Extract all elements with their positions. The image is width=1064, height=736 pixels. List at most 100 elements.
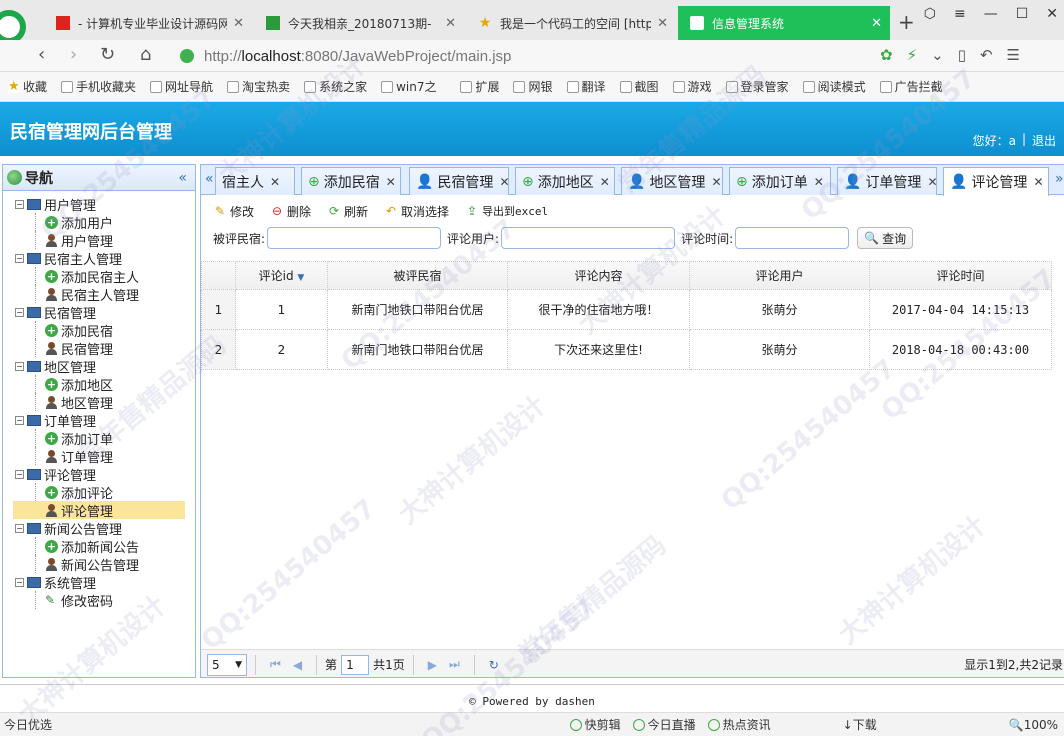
maximize-icon[interactable]: ☐ [1016, 6, 1029, 22]
collapse-toggle-icon[interactable]: − [15, 577, 24, 587]
tree-group[interactable]: − 系统管理 [3, 573, 195, 592]
close-tab-icon[interactable]: ✕ [711, 175, 721, 189]
dropdown-icon[interactable]: ⌄ [931, 46, 944, 64]
close-tab-icon[interactable]: ✕ [499, 175, 509, 189]
homestay-input[interactable] [267, 227, 442, 249]
collapse-toggle-icon[interactable]: − [15, 199, 24, 209]
tree-item[interactable]: + 添加用户 [3, 213, 195, 232]
menu-icon[interactable]: ≡ [954, 6, 966, 22]
time-input[interactable] [735, 227, 850, 249]
speed-icon[interactable]: ⚡ [907, 46, 918, 64]
table-row[interactable]: 1 1 新南门地铁口带阳台优居 很干净的住宿地方哦！ 张萌分 2017-04-04 14:… [201, 289, 1052, 330]
export-button[interactable]: ⇪ 导出到excel [465, 203, 548, 219]
close-tab-icon[interactable]: ✕ [233, 16, 244, 31]
close-tab-icon[interactable]: ✕ [270, 175, 280, 189]
phone-icon[interactable]: ▯ [958, 46, 966, 64]
first-page-icon[interactable]: ⏮ [270, 657, 281, 672]
status-item[interactable]: 今日优选 [4, 716, 52, 733]
tab[interactable]: 宿主人 ✕ [215, 167, 295, 195]
tab[interactable]: ⊕ 添加订单 ✕ [729, 167, 831, 195]
favorite-item[interactable]: 游戏 [672, 78, 712, 95]
tree-item[interactable]: ✎ 修改密码 [3, 591, 195, 610]
skin-icon[interactable]: ⬡ [924, 6, 936, 22]
query-button[interactable]: 🔍 查询 [857, 227, 914, 249]
tree-item[interactable]: 新闻公告管理 [3, 555, 195, 574]
favorite-item[interactable]: ★ 收藏 [8, 78, 47, 95]
tree-group[interactable]: − 民宿管理 [3, 303, 195, 322]
favorite-item[interactable]: 手机收藏夹 [61, 78, 136, 95]
edit-button[interactable]: ✎ 修改 [213, 203, 254, 220]
favorite-item[interactable]: 扩展 [460, 78, 499, 95]
tree-item[interactable]: 民宿管理 [3, 339, 195, 358]
browser-tab[interactable]: - 计算机专业毕业设计源码网 ✕ [44, 6, 252, 40]
browser-tab[interactable]: 今天我相亲_20180713期- ✕ [254, 6, 464, 40]
tree-item[interactable]: 订单管理 [3, 447, 195, 466]
tree-item[interactable]: 地区管理 [3, 393, 195, 412]
collapse-toggle-icon[interactable]: − [15, 253, 24, 263]
favorite-item[interactable]: 系统之家 [304, 78, 367, 95]
table-row[interactable]: 2 2 新南门地铁口带阳台优居 下次还来这里住! 张萌分 2018-04-18 00:43… [201, 329, 1052, 370]
delete-button[interactable]: ⊖ 删除 [270, 203, 311, 220]
close-tab-icon[interactable]: ✕ [600, 175, 610, 189]
status-item[interactable]: ↓ 下载 [843, 716, 877, 733]
scroll-right-icon[interactable]: » [1055, 171, 1064, 187]
cancel-select-button[interactable]: ↶ 取消选择 [384, 203, 449, 220]
favorite-item[interactable]: win7之 [381, 78, 436, 95]
collapse-toggle-icon[interactable]: − [15, 523, 24, 533]
collapse-toggle-icon[interactable]: − [15, 469, 24, 479]
collapse-icon[interactable]: « [178, 170, 187, 186]
favorite-item[interactable]: 广告拦截 [879, 78, 943, 95]
tree-group[interactable]: − 民宿主人管理 [3, 249, 195, 268]
close-tab-icon[interactable]: ✕ [814, 175, 824, 189]
next-page-icon[interactable]: ▶ [428, 658, 437, 672]
collapse-toggle-icon[interactable]: − [15, 307, 24, 317]
favorite-item[interactable]: 网址导航 [150, 78, 213, 95]
tab[interactable]: 👤 订单管理 ✕ [837, 167, 938, 195]
tree-item[interactable]: + 添加评论 [3, 483, 195, 502]
close-tab-icon[interactable]: ✕ [386, 175, 396, 189]
close-tab-icon[interactable]: ✕ [871, 16, 882, 31]
favorite-item[interactable]: 登录管家 [725, 78, 789, 95]
tab[interactable]: ⊕ 添加地区 ✕ [515, 167, 615, 195]
tree-group[interactable]: − 订单管理 [3, 411, 195, 430]
reload-icon[interactable]: ↻ [100, 44, 115, 65]
favorite-item[interactable]: 淘宝热卖 [227, 78, 290, 95]
browser-tab-active[interactable]: 信息管理系统 ✕ [678, 6, 890, 40]
tree-item[interactable]: 用户管理 [3, 231, 195, 250]
tree-item[interactable]: + 添加民宿主人 [3, 267, 195, 286]
favorite-item[interactable]: 截图 [619, 78, 659, 95]
prev-page-icon[interactable]: ◀ [293, 658, 302, 672]
refresh-button[interactable]: ⟳ 刷新 [327, 203, 368, 220]
collapse-toggle-icon[interactable]: − [15, 415, 24, 425]
more-icon[interactable]: ☰ [1007, 46, 1020, 64]
status-item[interactable]: 快剪辑 [569, 716, 621, 733]
tree-item[interactable]: 民宿主人管理 [3, 285, 195, 304]
home-icon[interactable]: ⌂ [140, 44, 151, 65]
tab[interactable]: 👤 民宿管理 ✕ [409, 167, 510, 195]
tree-group[interactable]: − 评论管理 [3, 465, 195, 484]
tree-group[interactable]: − 用户管理 [3, 195, 195, 214]
col-header-time[interactable]: 评论时间 [869, 261, 1052, 290]
back-icon[interactable]: ‹ [38, 44, 45, 65]
favorite-item[interactable]: 阅读模式 [802, 78, 866, 95]
status-item[interactable]: 🔍 100% [1009, 718, 1058, 732]
favorite-item[interactable]: 翻译 [566, 78, 606, 95]
col-header-user[interactable]: 评论用户 [689, 261, 870, 290]
url-field[interactable]: http://localhost:8080/JavaWebProject/mai… [180, 44, 870, 68]
forward-icon[interactable]: › [70, 44, 77, 65]
status-item[interactable]: 今日直播 [632, 716, 696, 733]
col-header-content[interactable]: 评论内容 [507, 261, 690, 290]
tab-active[interactable]: 👤 评论管理 ✕ [943, 167, 1049, 196]
close-tab-icon[interactable]: ✕ [927, 175, 937, 189]
tab[interactable]: ⊕ 添加民宿 ✕ [301, 167, 401, 195]
new-tab-icon[interactable]: + [898, 10, 915, 34]
collapse-toggle-icon[interactable]: − [15, 361, 24, 371]
close-tab-icon[interactable]: ✕ [1033, 175, 1043, 189]
tree-item[interactable]: + 添加地区 [3, 375, 195, 394]
col-header-id[interactable]: 评论id ▼ [235, 261, 328, 290]
favorite-item[interactable]: 网银 [513, 78, 553, 95]
page-size-select[interactable]: 5 ▼ [207, 653, 247, 676]
col-header-homestay[interactable]: 被评民宿 [327, 261, 508, 290]
tree-item[interactable]: 评论管理 [13, 501, 185, 520]
close-window-icon[interactable]: ✕ [1046, 6, 1058, 22]
